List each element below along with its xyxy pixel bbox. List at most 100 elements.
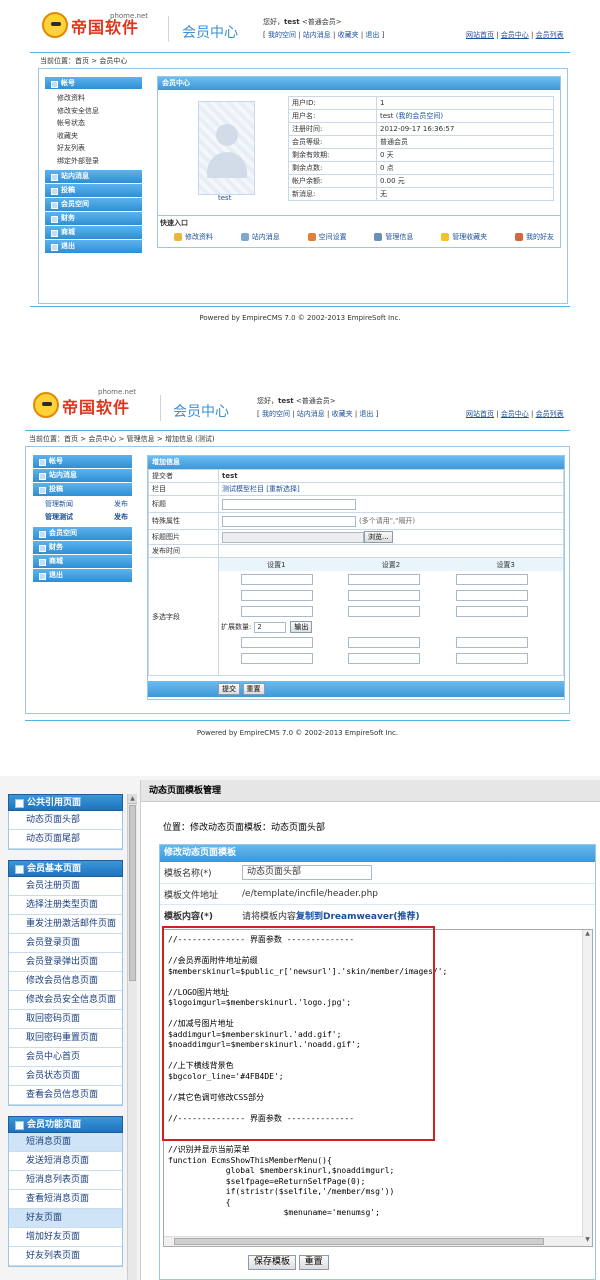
setting-input[interactable] xyxy=(455,653,528,664)
link-my-space[interactable]: 我的空间 xyxy=(268,31,296,39)
quick-manage-info[interactable]: 管理信息 xyxy=(374,232,413,242)
setting-input[interactable] xyxy=(348,606,421,617)
setting-input[interactable] xyxy=(348,637,421,648)
link-member-list[interactable]: 会员列表 xyxy=(536,410,564,418)
sidebar-group-basic[interactable]: 会员基本页面 xyxy=(8,860,123,877)
special-attr-input[interactable] xyxy=(222,515,356,527)
sidebar-group-submit[interactable]: 投稿 xyxy=(45,184,142,198)
sidebar-group-messages[interactable]: 站内消息 xyxy=(45,170,142,184)
sidebar-item[interactable]: 修改会员安全信息页面 xyxy=(9,991,122,1010)
link-favorites[interactable]: 收藏夹 xyxy=(332,410,353,418)
sidebar-item[interactable]: 好友列表页面 xyxy=(9,1247,122,1266)
sidebar-group-submit[interactable]: 投稿 xyxy=(33,483,132,497)
sidebar-item[interactable]: 修改资料 xyxy=(45,90,142,105)
link-messages[interactable]: 站内消息 xyxy=(303,31,331,39)
sidebar-scrollbar[interactable]: ▲ xyxy=(127,794,137,1280)
sidebar-item[interactable]: 会员注册页面 xyxy=(9,877,122,896)
sidebar-item[interactable]: 查看会员信息页面 xyxy=(9,1086,122,1105)
scroll-down-icon[interactable]: ▼ xyxy=(583,1236,592,1246)
sidebar-item[interactable]: 会员中心首页 xyxy=(9,1048,122,1067)
link-my-space[interactable]: 我的空间 xyxy=(262,410,290,418)
output-button[interactable]: 输出 xyxy=(290,621,313,633)
sidebar-group-public[interactable]: 公共引用页面 xyxy=(8,794,123,811)
setting-input[interactable] xyxy=(455,637,528,648)
scrollbar-thumb[interactable] xyxy=(129,805,136,981)
quick-favorites[interactable]: 管理收藏夹 xyxy=(441,232,487,242)
sidebar-group-account[interactable]: 帐号 xyxy=(33,455,132,469)
sidebar-group-finance[interactable]: 财务 xyxy=(45,212,142,226)
scroll-up-icon[interactable]: ▲ xyxy=(128,794,137,804)
link-member-list[interactable]: 会员列表 xyxy=(536,31,564,39)
sidebar-item[interactable]: 动态页面头部 xyxy=(9,811,122,830)
sidebar-item[interactable]: 修改会员信息页面 xyxy=(9,972,122,991)
link-logout[interactable]: 退出 xyxy=(359,410,373,418)
quick-space-settings[interactable]: 空间设置 xyxy=(307,232,347,242)
link-site-home[interactable]: 网站首页 xyxy=(466,410,494,418)
sidebar-group-shop[interactable]: 商城 xyxy=(45,226,142,240)
sidebar-item[interactable]: 增加好友页面 xyxy=(9,1228,122,1247)
textarea-hscrollbar[interactable] xyxy=(164,1236,584,1246)
sidebar-item[interactable]: 收藏夹 xyxy=(45,130,142,143)
column-select-link[interactable]: 测试模型栏目 [重新选择] xyxy=(218,482,564,496)
setting-input[interactable] xyxy=(455,574,528,585)
sidebar-group-space[interactable]: 会员空间 xyxy=(45,198,142,212)
setting-input[interactable] xyxy=(241,606,313,617)
sidebar-item[interactable]: 会员状态页面 xyxy=(9,1067,122,1086)
sidebar-item[interactable]: 取回密码页面 xyxy=(9,1010,122,1029)
sidebar-group-logout[interactable]: 退出 xyxy=(45,240,142,254)
setting-input[interactable] xyxy=(241,590,313,601)
link-favorites[interactable]: 收藏夹 xyxy=(338,31,359,39)
sidebar-item[interactable]: 短消息页面 xyxy=(9,1133,122,1152)
setting-input[interactable] xyxy=(348,574,421,585)
scroll-up-icon[interactable]: ▲ xyxy=(583,930,592,940)
submit-button[interactable]: 提交 xyxy=(218,683,240,695)
sidebar-item[interactable]: 会员登录页面 xyxy=(9,934,122,953)
copy-to-dreamweaver-link[interactable]: 复制到Dreamweaver(推荐) xyxy=(296,909,420,922)
sidebar-item[interactable]: 选择注册类型页面 xyxy=(9,896,122,915)
sidebar-item[interactable]: 发送短消息页面 xyxy=(9,1152,122,1171)
link-member-center[interactable]: 会员中心 xyxy=(501,410,529,418)
reset-button[interactable]: 重置 xyxy=(298,1255,329,1270)
browse-button[interactable]: 浏览... xyxy=(364,531,393,543)
setting-input[interactable] xyxy=(348,653,421,664)
quick-messages[interactable]: 站内消息 xyxy=(240,232,280,242)
sidebar-item[interactable]: 好友列表 xyxy=(45,142,142,155)
avatar-caption[interactable]: test xyxy=(218,194,231,202)
link-messages[interactable]: 站内消息 xyxy=(297,410,325,418)
title-input[interactable] xyxy=(222,498,356,510)
save-template-button[interactable]: 保存模板 xyxy=(248,1255,297,1270)
link-site-home[interactable]: 网站首页 xyxy=(466,31,494,39)
setting-input[interactable] xyxy=(241,653,313,664)
sidebar-item[interactable]: 短消息列表页面 xyxy=(9,1171,122,1190)
link-member-center[interactable]: 会员中心 xyxy=(501,31,529,39)
hscroll-thumb[interactable] xyxy=(174,1238,544,1245)
quick-edit-profile[interactable]: 修改资料 xyxy=(174,232,213,242)
sidebar-group-messages[interactable]: 站内消息 xyxy=(33,469,132,483)
link-logout[interactable]: 退出 xyxy=(365,31,379,39)
sidebar-group-finance[interactable]: 财务 xyxy=(33,541,132,555)
sidebar-item[interactable]: 会员登录弹出页面 xyxy=(9,953,122,972)
sidebar-item[interactable]: 绑定外部登录 xyxy=(45,155,142,168)
my-space-link[interactable]: (我的会员空间) xyxy=(396,112,443,120)
textarea-scrollbar[interactable]: ▲ ▼ xyxy=(582,930,592,1246)
setting-input[interactable] xyxy=(241,637,313,648)
sidebar-group-logout[interactable]: 退出 xyxy=(33,569,132,583)
sidebar-item[interactable]: 好友页面 xyxy=(9,1209,122,1228)
expand-count-input[interactable]: 2 xyxy=(254,621,287,633)
quick-friends[interactable]: 我的好友 xyxy=(514,232,554,242)
setting-input[interactable] xyxy=(348,590,421,601)
setting-input[interactable] xyxy=(455,606,528,617)
sidebar-item[interactable]: 查看短消息页面 xyxy=(9,1190,122,1209)
sidebar-group-functions[interactable]: 会员功能页面 xyxy=(8,1116,123,1133)
sidebar-group-space[interactable]: 会员空间 xyxy=(33,527,132,541)
sidebar-item[interactable]: 重发注册激活邮件页面 xyxy=(9,915,122,934)
sidebar-item[interactable]: 修改安全信息 xyxy=(45,105,142,118)
sidebar-group-account[interactable]: 帐号 xyxy=(45,77,142,90)
sidebar-item[interactable]: 动态页面尾部 xyxy=(9,830,122,849)
setting-input[interactable] xyxy=(241,574,313,585)
sidebar-group-shop[interactable]: 商城 xyxy=(33,555,132,569)
sidebar-item[interactable]: 帐号状态 xyxy=(45,117,142,130)
sidebar-item[interactable]: 取回密码重置页面 xyxy=(9,1029,122,1048)
title-image-input[interactable] xyxy=(222,531,364,543)
template-name-input[interactable]: 动态页面头部 xyxy=(242,865,372,880)
